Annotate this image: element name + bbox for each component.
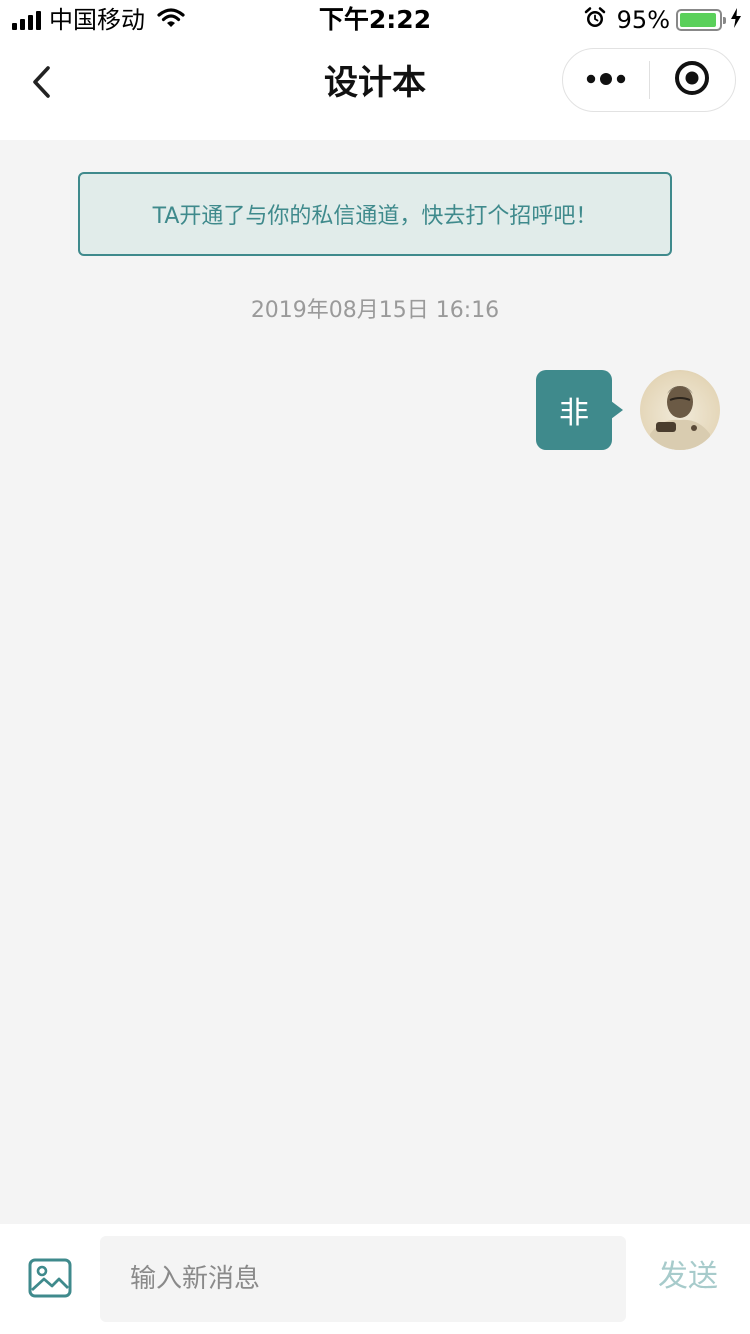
send-button[interactable]: 发送 [648, 1254, 728, 1300]
chat-notice-text: TA开通了与你的私信通道，快去打个招呼吧！ [152, 204, 598, 229]
more-dots-icon [586, 71, 626, 90]
carrier-label: 中国移动 [49, 6, 145, 34]
chevron-left-icon [31, 65, 53, 103]
message-text: 非 [559, 396, 589, 431]
status-right: 95% [583, 6, 742, 34]
battery-percent: 95% [616, 6, 670, 34]
wifi-icon [157, 7, 185, 33]
battery-nub [723, 17, 726, 24]
nav-bar: 设计本 [0, 40, 750, 140]
message-timestamp: 2019年08月15日 16:16 [250, 298, 500, 323]
image-icon [28, 1258, 72, 1302]
input-bar: 发送 [0, 1224, 750, 1334]
signal-icon [12, 10, 41, 30]
avatar[interactable] [640, 370, 720, 450]
back-button[interactable] [18, 60, 66, 108]
status-left: 中国移动 [12, 6, 185, 34]
alarm-icon [583, 6, 607, 34]
message-bubble-tail [611, 401, 623, 419]
more-button[interactable] [563, 49, 649, 111]
battery-fill [680, 13, 717, 27]
chat-page: 中国移动 下午2:22 95% 设计本 TA开通了与你的私信通道，快去打个招呼吧… [0, 0, 750, 1334]
image-button[interactable] [28, 1258, 72, 1298]
charging-bolt-icon [730, 8, 742, 32]
target-circle-icon [674, 60, 710, 100]
close-program-button[interactable] [650, 49, 736, 111]
mini-program-capsule [562, 48, 736, 112]
battery-icon [676, 9, 726, 31]
status-bar: 中国移动 下午2:22 95% [0, 0, 750, 40]
message-bubble[interactable]: 非 [536, 370, 612, 450]
message-input[interactable] [100, 1236, 626, 1322]
chat-notice: TA开通了与你的私信通道，快去打个招呼吧！ [78, 172, 672, 256]
